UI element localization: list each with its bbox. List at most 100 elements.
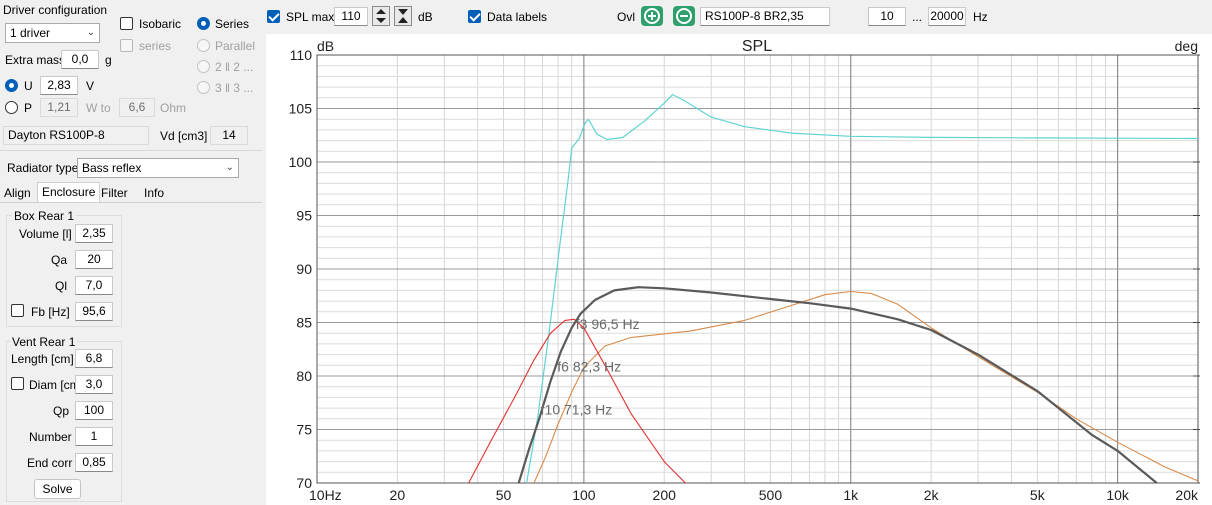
parallel-radio-label: Parallel	[215, 39, 256, 53]
radiator-type-label: Radiator type	[7, 161, 79, 175]
vent-length-label: Length [cm]	[11, 352, 74, 366]
opt-3-radio[interactable]	[197, 81, 210, 94]
vent-diam-input[interactable]: 3,0	[75, 375, 113, 394]
extra-mass-input[interactable]: 0,0	[61, 50, 99, 69]
annotation-label-2: f6 82,3 Hz	[557, 359, 621, 375]
tab-enclosure[interactable]: Enclosure	[37, 182, 101, 202]
driver-config-title: Driver configuration	[3, 3, 108, 17]
vd-field: 14	[210, 126, 248, 145]
y2-axis-unit: deg	[1175, 38, 1198, 54]
freq-max-input[interactable]: 20000	[928, 7, 966, 26]
extra-mass-label: Extra mass	[5, 53, 66, 67]
x-tick-label: 10k	[1106, 487, 1130, 503]
tab-info[interactable]: Info	[140, 184, 168, 203]
spl-fit-button[interactable]	[394, 6, 412, 26]
data-labels-checkbox[interactable]	[468, 10, 481, 23]
extra-mass-unit: g	[105, 53, 112, 67]
divider	[0, 150, 262, 151]
voltage-radio[interactable]	[5, 79, 18, 92]
project-name-input[interactable]: RS100P-8 BR2,35	[700, 7, 830, 26]
fit-arrows-icon	[398, 9, 408, 23]
voltage-input[interactable]: 2,83	[40, 76, 78, 95]
tab-filter[interactable]: Filter	[97, 184, 132, 203]
y-tick-label: 95	[296, 208, 312, 224]
x-tick-label: 200	[653, 487, 677, 503]
y-tick-label: 85	[296, 315, 312, 331]
qp-input[interactable]: 100	[75, 401, 113, 420]
vd-label: Vd [cm3]	[160, 129, 208, 143]
chevron-down-icon: ⌄	[86, 27, 95, 38]
x-tick-label: 20k	[1175, 487, 1199, 503]
y-tick-label: 75	[296, 422, 312, 438]
w-to-label: W to	[86, 101, 111, 115]
x-tick-label: 500	[759, 487, 783, 503]
x-tick-label: 1k	[843, 487, 859, 503]
diam-checkbox[interactable]	[11, 377, 24, 390]
vent-length-input[interactable]: 6,8	[75, 349, 113, 368]
db-unit: dB	[418, 10, 433, 24]
chart-title: SPL	[742, 38, 772, 55]
radiator-type-select[interactable]: Bass reflex ⌄	[77, 158, 239, 178]
qa-label: Qa	[51, 253, 68, 267]
solve-button[interactable]: Solve	[34, 479, 81, 499]
volume-label: Volume [l]	[19, 227, 72, 241]
ql-input[interactable]: 7,0	[75, 276, 113, 295]
x-tick-label: 2k	[924, 487, 940, 503]
qa-input[interactable]: 20	[75, 250, 113, 269]
series-checkbox[interactable]	[120, 39, 133, 52]
ohm-input[interactable]: 6,6	[119, 98, 155, 117]
series-check-label: series	[139, 39, 172, 53]
spl-max-input[interactable]: 110	[334, 7, 368, 26]
driver-name-field: Dayton RS100P-8	[3, 126, 149, 145]
power-input[interactable]: 1,21	[40, 98, 78, 117]
driver-count-select[interactable]: 1 driver ⌄	[5, 23, 100, 43]
fb-input[interactable]: 95,6	[75, 302, 113, 321]
end-corr-input[interactable]: 0,85	[75, 453, 113, 472]
volume-input[interactable]: 2,35	[75, 224, 113, 243]
y-tick-label: 100	[289, 154, 313, 170]
data-labels-label: Data labels	[487, 10, 548, 24]
voltage-unit: V	[86, 79, 95, 93]
radiator-type-value: Bass reflex	[82, 161, 142, 175]
isobaric-checkbox[interactable]	[120, 17, 133, 30]
spl-updown-button[interactable]	[372, 6, 390, 26]
box-group-title: Box Rear 1	[12, 209, 77, 223]
x-tick-label: 5k	[1030, 487, 1046, 503]
power-label: P	[24, 101, 33, 115]
remove-overlay-button[interactable]	[673, 6, 695, 26]
parallel-radio[interactable]	[197, 39, 210, 52]
y-axis-unit: dB	[317, 38, 334, 54]
number-input[interactable]: 1	[75, 427, 113, 446]
ohm-unit: Ohm	[160, 101, 187, 115]
y-tick-label: 80	[296, 368, 312, 384]
x-tick-label: 20	[390, 487, 406, 503]
opt-2-radio[interactable]	[197, 60, 210, 73]
fb-checkbox[interactable]	[11, 304, 24, 317]
x-tick-label: 100	[572, 487, 596, 503]
driver-count-value: 1 driver	[10, 26, 51, 40]
freq-min-input[interactable]: 10	[868, 7, 906, 26]
voltage-label: U	[24, 79, 33, 93]
add-overlay-button[interactable]	[641, 6, 663, 26]
end-corr-label: End corr	[27, 456, 73, 470]
number-label: Number	[29, 430, 72, 444]
spl-max-checkbox[interactable]	[267, 10, 280, 23]
spl-chart[interactable]: f3 96,5 Hz f6 82,3 Hz f10 71,3 Hz 110 105 10…	[266, 34, 1212, 505]
up-down-arrow-icon	[376, 9, 386, 23]
ql-label: Ql	[55, 279, 67, 293]
power-radio[interactable]	[5, 101, 18, 114]
annotation-label-3: f10 71,3 Hz	[541, 402, 613, 418]
spl-max-label: SPL max	[286, 10, 335, 24]
chevron-down-icon: ⌄	[225, 162, 234, 173]
y-tick-label: 110	[290, 47, 313, 63]
opt-3-label: 3 ‖ 3 ...	[215, 81, 254, 95]
x-tick-label: 50	[496, 487, 512, 503]
qp-label: Qp	[53, 404, 70, 418]
y-tick-label: 105	[289, 101, 313, 117]
fb-label: Fb [Hz]	[31, 305, 70, 319]
tab-align[interactable]: Align	[0, 184, 35, 203]
series-radio[interactable]	[197, 17, 210, 30]
series-radio-label: Series	[215, 17, 250, 31]
isobaric-label: Isobaric	[139, 17, 182, 31]
freq-separator: ...	[912, 10, 923, 24]
